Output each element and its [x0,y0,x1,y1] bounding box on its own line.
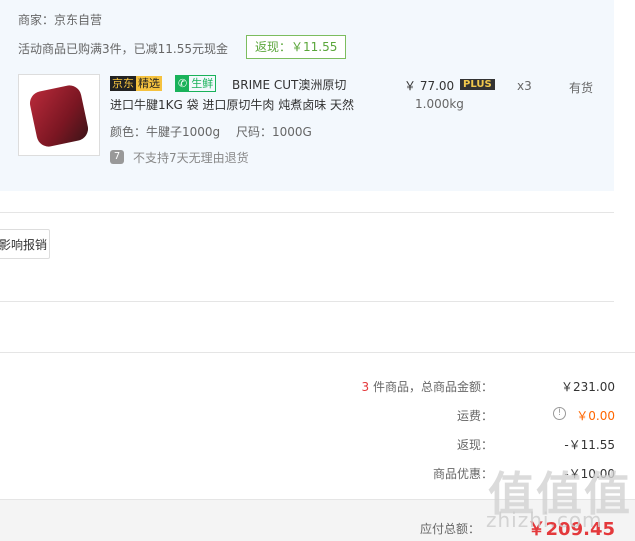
product-title-line1[interactable]: BRIME CUT澳洲原切 [232,76,346,93]
product-title-line2[interactable]: 进口牛腱1KG 袋 进口原切牛肉 炖煮卤味 天然 [110,96,354,113]
promo-text: 活动商品已购满3件，已减11.55元现金 [18,42,228,56]
quantity: x3 [517,79,532,93]
jd-selected-tag: 京东 精选 [110,76,162,91]
no-return-icon: 7 [110,150,124,164]
divider [0,212,614,213]
watermark-sub: zhizhi.com [486,508,603,532]
cashback-label: 返现： [456,438,493,452]
info-icon[interactable]: ! [553,407,566,420]
jd-tag-part-a: 京东 [110,76,136,91]
product-weight: 1.000kg [415,97,464,111]
product-thumbnail[interactable] [18,74,100,156]
shipping-value: ￥0.00 [576,409,615,423]
cashback-badge: 返现：￥11.55 [246,35,347,59]
goods-count-label: 3 件商品，总商品金额： [362,378,493,395]
product-spec: 颜色：牛腱子1000g 尺码：1000G [110,125,312,139]
jd-tag-part-b: 精选 [136,76,162,91]
return-policy-note: 不支持7天无理由退货 [133,151,249,165]
stock-status: 有货 [569,81,594,95]
report-button[interactable]: 影响报销 [0,229,50,259]
unit-price: ￥ 77.00 [404,79,455,93]
divider [0,301,614,302]
fresh-icon: ✆ [176,76,190,91]
goods-total-value: ￥231.00 [561,380,615,394]
plus-badge: PLUS [460,79,495,90]
cashback-value: -￥11.55 [564,438,615,452]
product-image [27,83,91,149]
divider [0,352,635,353]
fresh-tag: ✆ 生鲜 [175,75,217,92]
goods-count-suffix: 件商品，总商品金额： [369,380,493,394]
shipping-label: 运费： [456,409,493,423]
discount-label: 商品优惠： [432,467,493,481]
seller-name: 商家：京东自营 [18,13,103,27]
total-label: 应付总额： [419,522,480,536]
fresh-tag-label: 生鲜 [191,77,214,90]
